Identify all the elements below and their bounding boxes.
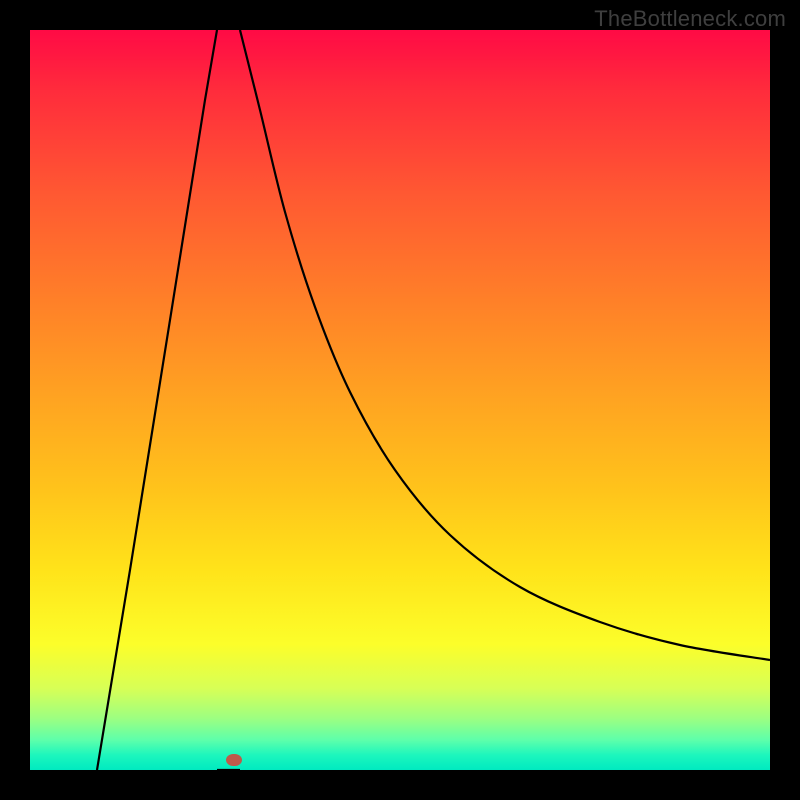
optimal-point-marker (226, 754, 242, 766)
curve-right-branch (240, 30, 770, 660)
watermark-text: TheBottleneck.com (594, 6, 786, 32)
curve-left-branch (97, 30, 217, 770)
chart-frame: TheBottleneck.com (0, 0, 800, 800)
bottleneck-curve (30, 30, 770, 770)
plot-area (30, 30, 770, 770)
